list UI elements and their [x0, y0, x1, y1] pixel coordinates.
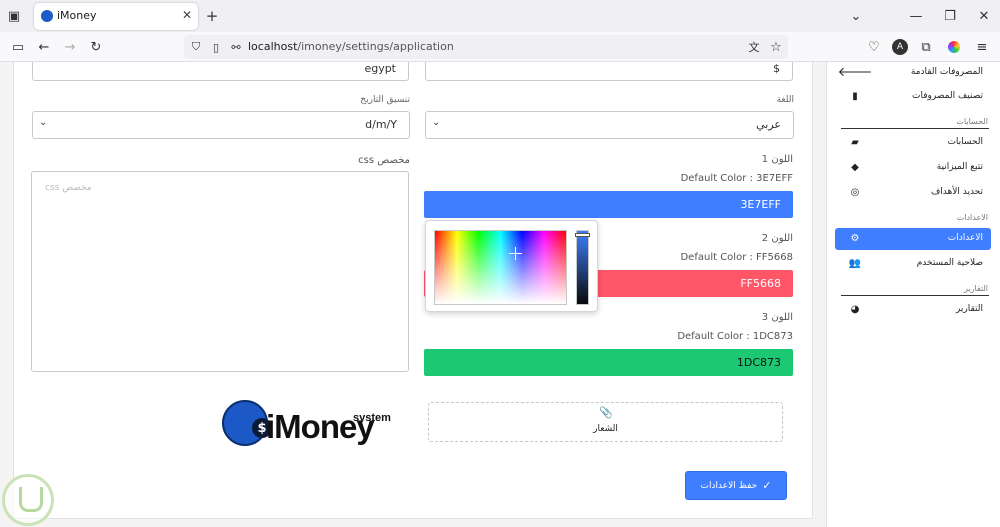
country-field[interactable]: egypt	[32, 62, 409, 81]
currency-field[interactable]: $	[425, 62, 793, 81]
reload-icon[interactable]: ↻	[88, 39, 104, 55]
date-format-value: d/m/Y	[365, 118, 397, 131]
sidebar-item-label: الحسابات	[947, 137, 983, 147]
translate-icon[interactable]: 文	[746, 39, 762, 55]
watermark-logo-icon	[2, 474, 54, 526]
browser-tab[interactable]: iMoney ✕	[34, 3, 198, 30]
color-picker-popup	[425, 220, 598, 312]
menu-hamburger-icon[interactable]: ≡	[974, 39, 990, 55]
forward-arrow-icon[interactable]: →	[62, 39, 78, 55]
language-value: عربي	[756, 118, 781, 131]
address-bar[interactable]: ⛉ ▯ ⚯ localhost/imoney/settings/applicat…	[184, 35, 788, 59]
date-format-select[interactable]: ⌄ d/m/Y	[32, 111, 410, 139]
color-1-value: 3E7EFF	[740, 198, 781, 211]
color-3-value: 1DC873	[736, 356, 781, 369]
imoney-logo: $ iMoney system	[222, 400, 412, 460]
currency-value: $	[773, 62, 780, 75]
tab-close-icon[interactable]: ✕	[182, 8, 192, 22]
color-1-label: اللون 1	[761, 154, 793, 165]
pie-chart-icon: ◕	[850, 303, 860, 315]
users-icon: 👥	[848, 257, 862, 269]
country-value: egypt	[364, 62, 396, 75]
color-3-default: Default Color : 1DC873	[677, 331, 793, 342]
window-minimize-icon[interactable]: —	[908, 8, 924, 24]
chevron-down-icon: ⌄	[432, 117, 441, 128]
color-1-default: Default Color : 3E7EFF	[680, 173, 793, 184]
color-2-default: Default Color : FF5668	[680, 252, 793, 263]
page-content: egypt $ تنسيق التاريخ ⌄ d/m/Y اللغة ⌄ عر…	[0, 62, 1000, 527]
bookmark-icon: ▮	[852, 90, 858, 102]
slider-handle[interactable]	[575, 233, 590, 237]
account-avatar-icon[interactable]: A	[892, 39, 908, 55]
browser-navigation-bar: ▭ ← → ↻ ⛉ ▯ ⚯ localhost/imoney/settings/…	[0, 32, 1000, 62]
window-restore-icon[interactable]: ❐	[942, 8, 958, 24]
color-2-value: FF5668	[740, 277, 781, 290]
custom-css-label: css مخصص	[358, 155, 410, 166]
folder-open-icon: ▰	[851, 136, 859, 148]
section-reports-heading: التقارير	[963, 284, 988, 293]
sidebar-item-upcoming-expenses[interactable]: 🡐 المصروفات القادمة	[835, 62, 991, 84]
tags-icon: ◆	[851, 161, 859, 173]
bookmark-star-icon[interactable]: ☆	[768, 39, 784, 55]
extensions-icon[interactable]: ⧉	[918, 39, 934, 55]
sidebar-toggle-icon[interactable]: ▭	[10, 39, 26, 55]
sidebar-item-expense-categories[interactable]: ▮ تصنيف المصروفات	[835, 86, 991, 108]
new-tab-icon[interactable]: +	[204, 7, 220, 25]
sidebar-item-user-permissions[interactable]: 👥 صلاحية المستخدم	[835, 253, 991, 275]
paperclip-icon: 📎	[599, 406, 613, 419]
pocket-icon[interactable]: ♡	[866, 39, 882, 55]
saturation-value-area[interactable]	[434, 230, 567, 305]
sidebar-item-label: تحديد الأهداف	[930, 187, 983, 197]
save-label: حفظ الاعدادات	[700, 480, 758, 491]
window-close-icon[interactable]: ✕	[976, 8, 992, 24]
color-1-input[interactable]: 3E7EFF	[424, 191, 793, 218]
tab-list-icon[interactable]: ▣	[6, 8, 22, 24]
sidebar-item-accounts[interactable]: ▰ الحسابات	[835, 132, 991, 154]
sidebar-item-settings[interactable]: ⚙ الاعدادات	[835, 228, 991, 250]
section-divider	[841, 128, 989, 129]
page-info-icon[interactable]: ▯	[208, 39, 224, 55]
browser-tab-strip: ▣ iMoney ✕ + ⌄ — ❐ ✕	[0, 0, 1000, 32]
gear-icon: ⚙	[850, 232, 860, 244]
arrow-left-icon: 🡐	[837, 65, 873, 80]
brightness-slider[interactable]	[575, 230, 590, 305]
save-settings-button[interactable]: حفظ الاعدادات ✓	[685, 471, 787, 500]
life-ring-icon: ◎	[850, 186, 860, 198]
tab-title: iMoney	[57, 9, 97, 22]
section-accounts-heading: الحسابات	[956, 117, 988, 126]
sidebar-item-label: صلاحية المستخدم	[916, 258, 983, 268]
address-url: localhost/imoney/settings/application	[248, 40, 454, 53]
color-wheel-extension-icon[interactable]	[946, 39, 962, 55]
checkmark-icon: ✓	[762, 479, 772, 492]
sidebar-item-label: تتبع الميزانية	[936, 162, 983, 172]
logo-upload-dropzone[interactable]: 📎 الشعار	[428, 402, 783, 442]
sidebar-item-label: الاعدادات	[947, 233, 983, 243]
sidebar-item-label: تصنيف المصروفات	[912, 91, 983, 101]
sidebar-item-reports[interactable]: ◕ التقارير	[835, 299, 991, 321]
section-divider	[841, 295, 989, 296]
sidebar-item-goals[interactable]: ◎ تحديد الأهداف	[835, 182, 991, 204]
sidebar-item-label: التقارير	[955, 304, 983, 314]
sidebar: 🡐 المصروفات القادمة ▮ تصنيف المصروفات ال…	[826, 62, 1000, 527]
color-3-input[interactable]: 1DC873	[424, 349, 793, 376]
section-settings-heading: الاعدادات	[956, 213, 988, 222]
logo-upload-label: الشعار	[593, 424, 618, 434]
color-2-label: اللون 2	[761, 233, 793, 244]
color-3-label: اللون 3	[761, 312, 793, 323]
language-select[interactable]: ⌄ عربي	[425, 111, 794, 139]
logo-tagline: system	[353, 412, 391, 424]
tab-overflow-chevron-icon[interactable]: ⌄	[848, 8, 864, 24]
imoney-favicon-icon	[41, 10, 53, 22]
date-format-label: تنسيق التاريخ	[360, 95, 410, 105]
chevron-down-icon: ⌄	[39, 117, 48, 128]
back-arrow-icon[interactable]: ←	[36, 39, 52, 55]
sidebar-item-label: المصروفات القادمة	[910, 67, 983, 77]
language-label: اللغة	[776, 95, 794, 105]
permissions-icon[interactable]: ⚯	[228, 39, 244, 55]
crosshair-cursor-icon[interactable]	[509, 247, 522, 260]
custom-css-placeholder: css مخصص	[45, 183, 92, 193]
tracking-shield-icon[interactable]: ⛉	[188, 39, 204, 55]
custom-css-textarea[interactable]: css مخصص	[31, 171, 409, 372]
sidebar-item-budget-tracking[interactable]: ◆ تتبع الميزانية	[835, 157, 991, 179]
